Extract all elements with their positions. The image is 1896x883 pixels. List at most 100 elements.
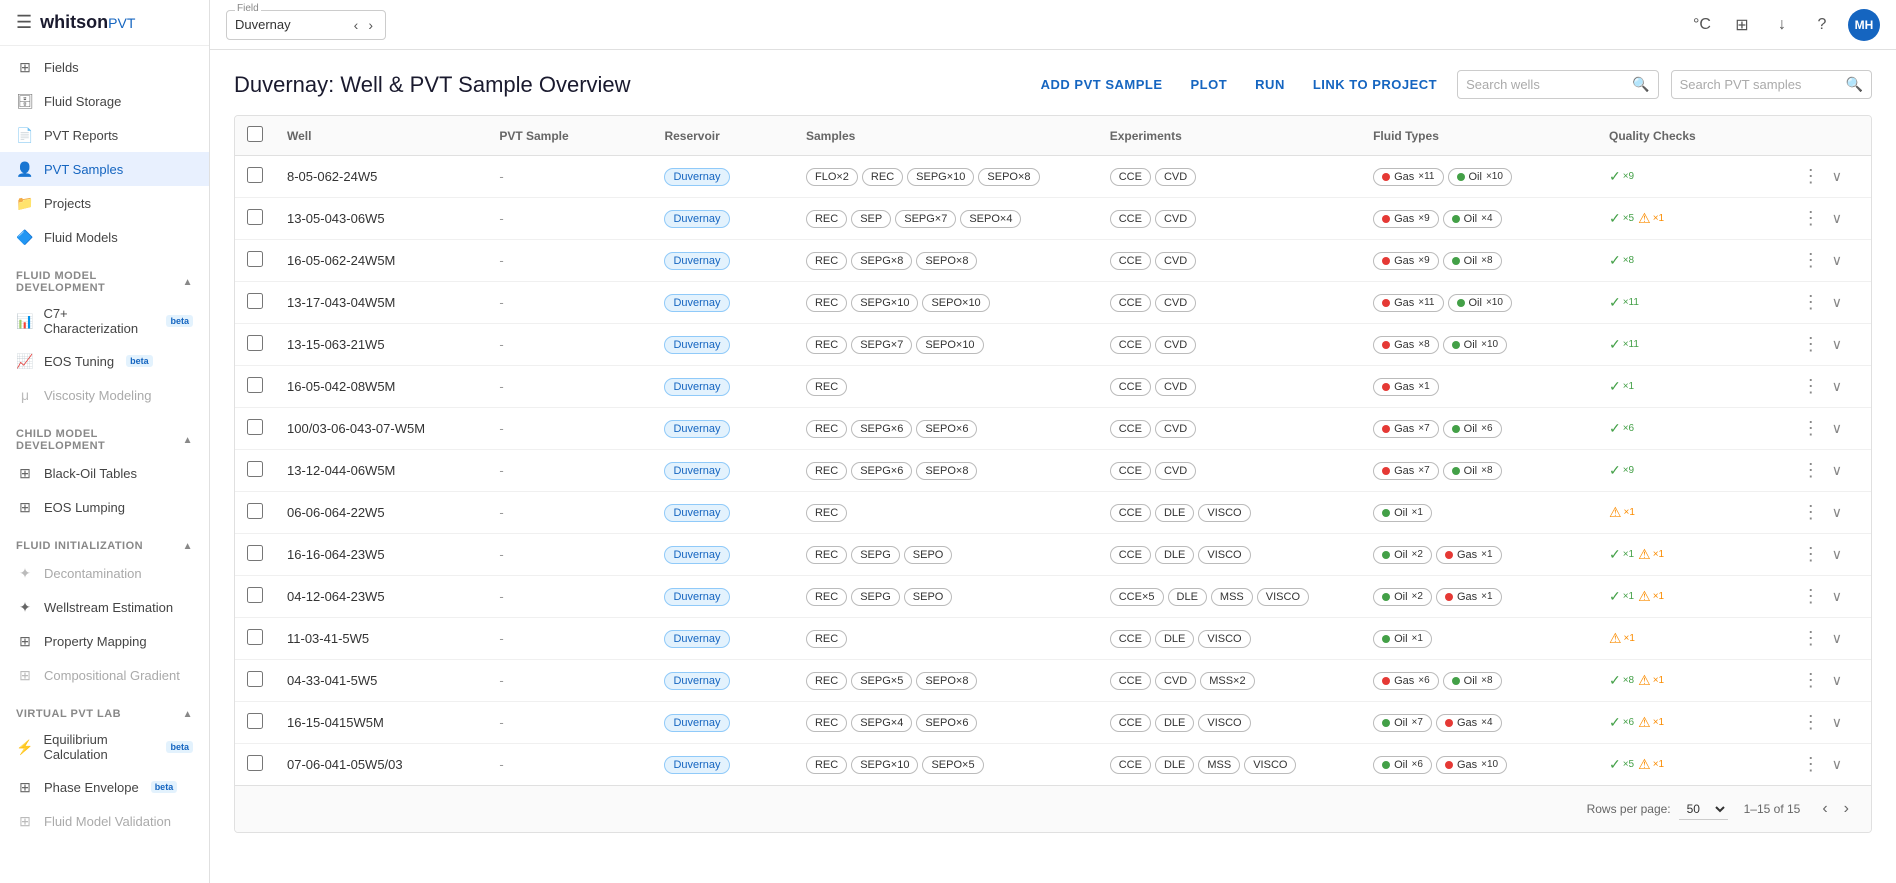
- expand-row-button[interactable]: ∨: [1828, 418, 1846, 439]
- expand-row-button[interactable]: ∨: [1828, 544, 1846, 565]
- expand-row-button[interactable]: ∨: [1828, 628, 1846, 649]
- sidebar-item-wellstream[interactable]: ✦ Wellstream Estimation: [0, 590, 209, 624]
- rows-per-page-select[interactable]: 50 25 100: [1679, 799, 1728, 820]
- help-icon[interactable]: ?: [1808, 11, 1836, 39]
- expand-row-button[interactable]: ∨: [1828, 208, 1846, 229]
- add-pvt-sample-button[interactable]: ADD PVT SAMPLE: [1033, 71, 1171, 98]
- sidebar-item-c7-char[interactable]: 📊 C7+ Characterization beta: [0, 298, 209, 344]
- sample-chip: SEPO×8: [916, 252, 977, 270]
- row-checkbox[interactable]: [247, 293, 263, 309]
- expand-row-button[interactable]: ∨: [1828, 460, 1846, 481]
- row-checkbox[interactable]: [247, 587, 263, 603]
- more-options-button[interactable]: ⋮: [1798, 542, 1824, 567]
- sidebar-item-eos-lumping[interactable]: ⊞ EOS Lumping: [0, 490, 209, 524]
- sidebar-item-equilibrium[interactable]: ⚡ Equilibrium Calculation beta: [0, 724, 209, 770]
- expand-row-button[interactable]: ∨: [1828, 670, 1846, 691]
- expand-row-button[interactable]: ∨: [1828, 334, 1846, 355]
- quality-checks-cell: ✓×9: [1597, 450, 1786, 492]
- section-header-virtual-pvt[interactable]: Virtual PVT Lab ▲: [0, 700, 209, 724]
- reservoir-chip: Duvernay: [664, 168, 729, 186]
- row-checkbox[interactable]: [247, 419, 263, 435]
- sidebar-item-pvt-reports[interactable]: 📄 PVT Reports: [0, 118, 209, 152]
- sidebar-item-eos-tuning[interactable]: 📈 EOS Tuning beta: [0, 344, 209, 378]
- row-checkbox[interactable]: [247, 503, 263, 519]
- field-selector[interactable]: Field Duvernay ‹ ›: [226, 10, 386, 40]
- link-to-project-button[interactable]: LINK TO PROJECT: [1305, 71, 1445, 98]
- row-checkbox[interactable]: [247, 461, 263, 477]
- expand-row-button[interactable]: ∨: [1828, 376, 1846, 397]
- quality-ok: ✓×6: [1609, 420, 1634, 437]
- reservoir-cell: Duvernay: [652, 282, 794, 324]
- more-options-button[interactable]: ⋮: [1798, 206, 1824, 231]
- expand-row-button[interactable]: ∨: [1828, 712, 1846, 733]
- well-cell: 16-15-0415W5M: [275, 702, 487, 744]
- expand-row-button[interactable]: ∨: [1828, 250, 1846, 271]
- expand-row-button[interactable]: ∨: [1828, 292, 1846, 313]
- row-checkbox[interactable]: [247, 629, 263, 645]
- pvt-sample-cell: -: [487, 450, 652, 492]
- expand-row-button[interactable]: ∨: [1828, 166, 1846, 187]
- section-header-child-model-dev[interactable]: Child Model Development ▲: [0, 420, 209, 456]
- more-options-button[interactable]: ⋮: [1798, 374, 1824, 399]
- sidebar-item-black-oil[interactable]: ⊞ Black-Oil Tables: [0, 456, 209, 490]
- expand-row-button[interactable]: ∨: [1828, 586, 1846, 607]
- more-options-button[interactable]: ⋮: [1798, 290, 1824, 315]
- more-options-button[interactable]: ⋮: [1798, 584, 1824, 609]
- more-options-button[interactable]: ⋮: [1798, 416, 1824, 441]
- more-options-button[interactable]: ⋮: [1798, 332, 1824, 357]
- row-checkbox[interactable]: [247, 209, 263, 225]
- celsius-icon[interactable]: °C: [1688, 11, 1716, 39]
- more-options-button[interactable]: ⋮: [1798, 164, 1824, 189]
- expand-row-button[interactable]: ∨: [1828, 502, 1846, 523]
- section-header-fluid-model-dev[interactable]: Fluid Model Development ▲: [0, 262, 209, 298]
- search-wells-input[interactable]: [1466, 77, 1626, 92]
- more-options-button[interactable]: ⋮: [1798, 710, 1824, 735]
- page-title: Duvernay: Well & PVT Sample Overview: [234, 72, 631, 98]
- sidebar-item-phase-envelope[interactable]: ⊞ Phase Envelope beta: [0, 770, 209, 804]
- search-pvt-input[interactable]: [1680, 77, 1840, 92]
- next-page-button[interactable]: ›: [1838, 796, 1855, 822]
- sidebar-item-fields[interactable]: ⊞ Fields: [0, 50, 209, 84]
- row-checkbox[interactable]: [247, 755, 263, 771]
- quality-count: ×8: [1623, 675, 1634, 686]
- check-icon: ✓: [1609, 462, 1621, 479]
- more-options-button[interactable]: ⋮: [1798, 458, 1824, 483]
- expand-row-button[interactable]: ∨: [1828, 754, 1846, 775]
- check-icon: ✓: [1609, 546, 1621, 563]
- reservoir-cell: Duvernay: [652, 240, 794, 282]
- experiments-cell: CCECVDMSS×2: [1098, 660, 1361, 702]
- row-checkbox[interactable]: [247, 167, 263, 183]
- sidebar-item-projects[interactable]: 📁 Projects: [0, 186, 209, 220]
- sidebar-item-pvt-samples[interactable]: 👤 PVT Samples: [0, 152, 209, 186]
- row-checkbox[interactable]: [247, 545, 263, 561]
- experiment-chip: MSS×2: [1200, 672, 1254, 690]
- row-checkbox[interactable]: [247, 713, 263, 729]
- sidebar-item-property-mapping[interactable]: ⊞ Property Mapping: [0, 624, 209, 658]
- plot-button[interactable]: PLOT: [1183, 71, 1236, 98]
- row-checkbox[interactable]: [247, 251, 263, 267]
- avatar[interactable]: MH: [1848, 9, 1880, 41]
- sidebar-item-fluid-storage[interactable]: 🗄 Fluid Storage: [0, 84, 209, 118]
- more-options-button[interactable]: ⋮: [1798, 500, 1824, 525]
- run-button[interactable]: RUN: [1247, 71, 1293, 98]
- sidebar-item-fluid-models[interactable]: 🔷 Fluid Models: [0, 220, 209, 254]
- row-checkbox[interactable]: [247, 335, 263, 351]
- fluid-dot-gas: [1382, 215, 1390, 223]
- more-options-button[interactable]: ⋮: [1798, 668, 1824, 693]
- more-options-button[interactable]: ⋮: [1798, 248, 1824, 273]
- row-checkbox[interactable]: [247, 377, 263, 393]
- select-all-checkbox[interactable]: [247, 126, 263, 142]
- prev-page-button[interactable]: ‹: [1816, 796, 1833, 822]
- download-icon[interactable]: ↓: [1768, 11, 1796, 39]
- menu-icon[interactable]: ☰: [16, 12, 32, 33]
- fluid-type-chip: Oil ×8: [1443, 252, 1502, 270]
- more-options-button[interactable]: ⋮: [1798, 752, 1824, 777]
- field-prev-button[interactable]: ‹: [350, 15, 363, 35]
- more-options-button[interactable]: ⋮: [1798, 626, 1824, 651]
- section-header-fluid-init[interactable]: Fluid Initialization ▲: [0, 532, 209, 556]
- row-checkbox[interactable]: [247, 671, 263, 687]
- fluid-type-chip: Oil ×1: [1373, 504, 1432, 522]
- screen-icon[interactable]: ⊞: [1728, 11, 1756, 39]
- field-next-button[interactable]: ›: [364, 15, 377, 35]
- fluid-dot-oil: [1452, 341, 1460, 349]
